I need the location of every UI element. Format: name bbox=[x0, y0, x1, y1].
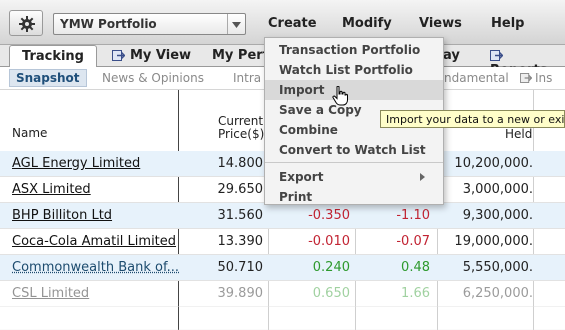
row-name-link[interactable]: Commonwealth Bank of... bbox=[12, 260, 179, 275]
table-row[interactable]: Coca-Cola Amatil Limited 13.390 -0.010 -… bbox=[0, 229, 565, 255]
settings-button[interactable] bbox=[9, 10, 43, 36]
menu-item-print[interactable]: Print bbox=[265, 187, 443, 207]
menu-item-import[interactable]: Import bbox=[265, 80, 443, 100]
menu-item-watch-list-portfolio[interactable]: Watch List Portfolio bbox=[265, 60, 443, 80]
arrow-tab-icon bbox=[490, 50, 503, 61]
row-name-link[interactable]: BHP Billiton Ltd bbox=[12, 208, 112, 223]
table-row-partial bbox=[0, 307, 565, 330]
subtab-intraday[interactable]: Intra bbox=[233, 71, 261, 85]
menu-item-export[interactable]: Export bbox=[265, 167, 443, 187]
menu-help[interactable]: Help bbox=[491, 16, 524, 31]
menu-modify[interactable]: Modify bbox=[342, 16, 392, 31]
row-held: 5,550,000. bbox=[462, 260, 533, 275]
column-price-header-line1[interactable]: Current bbox=[218, 114, 263, 128]
row-held: 19,000,000. bbox=[454, 234, 533, 249]
tab-reports[interactable]: Reports bbox=[490, 45, 565, 78]
row-price: 50.710 bbox=[217, 260, 264, 275]
subtab-ins[interactable]: Ins bbox=[520, 71, 552, 85]
tab-hidden-label: ay bbox=[443, 48, 460, 63]
tab-tracking-label: Tracking bbox=[22, 49, 84, 64]
gear-icon bbox=[19, 16, 35, 32]
row-held: 3,000,000. bbox=[462, 182, 533, 197]
row-change-pct: -1.10 bbox=[396, 208, 430, 223]
menu-item-export-label: Export bbox=[279, 170, 324, 184]
column-name-header[interactable]: Name bbox=[12, 126, 47, 140]
subtab-ins-label: Ins bbox=[535, 71, 553, 85]
row-price: 29.650 bbox=[217, 182, 264, 197]
row-price: 39.890 bbox=[217, 286, 264, 301]
tab-tracking[interactable]: Tracking bbox=[9, 45, 97, 68]
row-change-pct: -0.07 bbox=[396, 234, 430, 249]
row-held: 10,200,000. bbox=[454, 156, 533, 171]
menu-item-convert-to-watch-list[interactable]: Convert to Watch List bbox=[265, 140, 443, 160]
row-name-link[interactable]: Coca-Cola Amatil Limited bbox=[12, 234, 176, 249]
row-change-pct: 1.66 bbox=[401, 286, 430, 301]
arrow-tab-icon bbox=[112, 50, 125, 61]
row-held: 9,300,000. bbox=[462, 208, 533, 223]
row-held: 6,250,000. bbox=[462, 286, 533, 301]
column-price-header-line2[interactable]: Price($) bbox=[218, 127, 264, 141]
menu-views[interactable]: Views bbox=[419, 16, 462, 31]
row-price: 31.560 bbox=[217, 208, 264, 223]
chevron-down-icon[interactable] bbox=[227, 14, 245, 34]
tab-my-view[interactable]: My View bbox=[112, 45, 191, 67]
row-name-link[interactable]: AGL Energy Limited bbox=[12, 156, 140, 171]
row-price: 14.800 bbox=[217, 156, 264, 171]
menu-separator bbox=[265, 162, 443, 163]
row-price: 13.390 bbox=[217, 234, 264, 249]
arrow-tab-icon bbox=[520, 73, 533, 83]
tab-my-view-label: My View bbox=[130, 48, 192, 63]
row-name-link[interactable]: ASX Limited bbox=[12, 182, 91, 197]
portfolio-select[interactable]: YMW Portfolio bbox=[53, 13, 246, 35]
menu-create[interactable]: Create bbox=[268, 16, 317, 31]
column-held-header[interactable]: Held bbox=[505, 127, 532, 141]
tab-hidden[interactable]: ay bbox=[443, 45, 460, 67]
row-change-pct: 0.48 bbox=[401, 260, 430, 275]
subtab-news-opinions[interactable]: News & Opinions bbox=[102, 71, 204, 85]
import-tooltip: Import your data to a new or exist bbox=[380, 110, 565, 128]
row-change: -0.350 bbox=[308, 208, 350, 223]
subtab-fundamental[interactable]: ndamental bbox=[444, 71, 509, 85]
hand-pointer-icon bbox=[332, 86, 348, 106]
subtab-snapshot[interactable]: Snapshot bbox=[9, 69, 87, 87]
portfolio-select-value: YMW Portfolio bbox=[60, 17, 157, 31]
menu-item-transaction-portfolio[interactable]: Transaction Portfolio bbox=[265, 40, 443, 60]
row-change: 0.650 bbox=[312, 286, 350, 301]
table-row[interactable]: CSL Limited 39.890 0.650 1.66 6,250,000. bbox=[0, 281, 565, 307]
row-change: 0.240 bbox=[312, 260, 350, 275]
row-name-link[interactable]: CSL Limited bbox=[12, 286, 89, 301]
table-row[interactable]: Commonwealth Bank of... 50.710 0.240 0.4… bbox=[0, 255, 565, 281]
submenu-arrow-icon bbox=[420, 173, 425, 181]
row-change: -0.010 bbox=[308, 234, 350, 249]
